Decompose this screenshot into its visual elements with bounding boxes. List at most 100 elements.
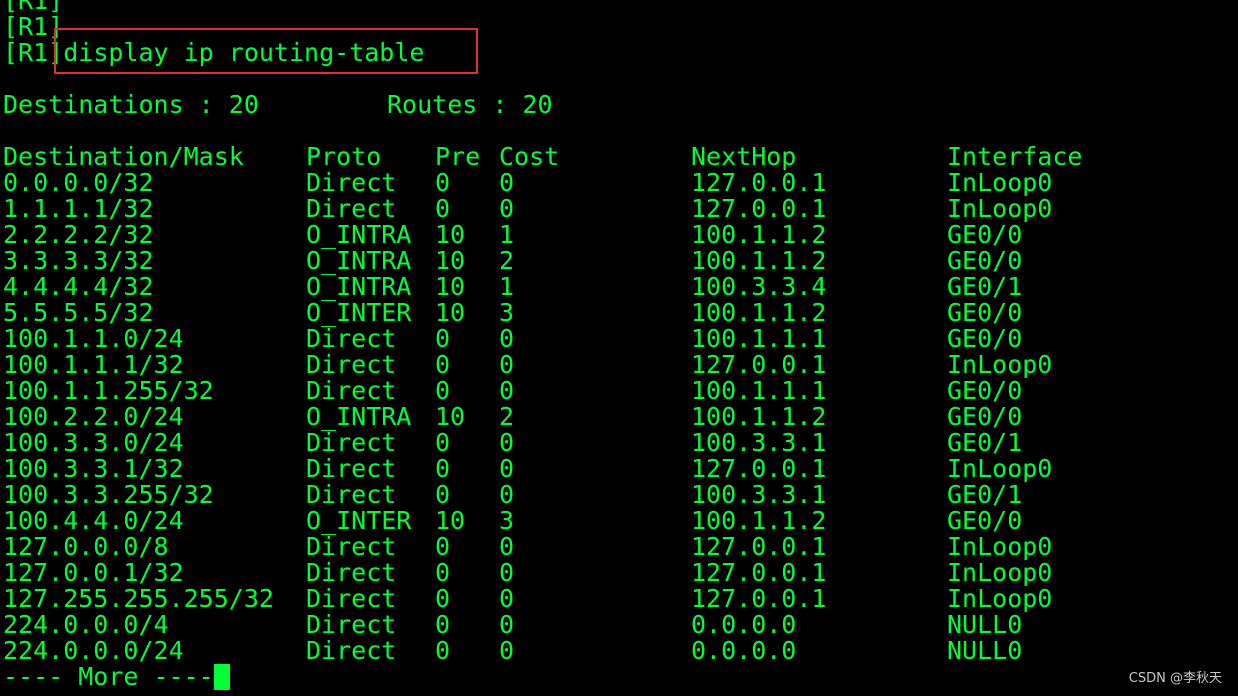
route-proto: Direct	[306, 558, 397, 587]
header-interface: Interface	[947, 142, 1083, 171]
route-cost: 0	[499, 532, 515, 561]
route-proto: O_INTRA	[306, 272, 412, 301]
route-proto: Direct	[306, 168, 397, 197]
routes-count: Routes : 20	[387, 90, 553, 119]
table-row: 100.1.1.255/32 Direct 0 0 100.1.1.1 GE0/0	[3, 378, 1233, 404]
route-cost: 1	[499, 272, 515, 301]
route-interface: InLoop0	[947, 532, 1053, 561]
table-row: 100.4.4.0/24 O_INTER 10 3 100.1.1.2 GE0/0	[3, 508, 1233, 534]
prompt-line: [R1]	[3, 0, 64, 15]
route-interface: GE0/1	[947, 480, 1023, 509]
route-cost: 0	[499, 480, 515, 509]
table-row: 4.4.4.4/32 O_INTRA 10 1 100.3.3.4 GE0/1	[3, 274, 1233, 300]
route-nexthop: 100.1.1.2	[691, 402, 827, 431]
route-interface: NULL0	[947, 610, 1023, 639]
route-cost: 3	[499, 298, 515, 327]
cursor	[213, 664, 230, 690]
route-pre: 0	[435, 350, 451, 379]
table-row: 5.5.5.5/32 O_INTER 10 3 100.1.1.2 GE0/0	[3, 300, 1233, 326]
table-row: 127.255.255.255/32 Direct 0 0 127.0.0.1 InLoo…	[3, 586, 1233, 612]
prompt-line: [R1]	[3, 12, 64, 41]
route-nexthop: 100.1.1.1	[691, 324, 827, 353]
route-proto: O_INTRA	[306, 402, 412, 431]
route-pre: 0	[435, 376, 451, 405]
route-proto: Direct	[306, 428, 397, 457]
table-row: 100.2.2.0/24 O_INTRA 10 2 100.1.1.2 GE0/0	[3, 404, 1233, 430]
route-destination: 5.5.5.5/32	[3, 298, 154, 327]
route-proto: O_INTRA	[306, 246, 412, 275]
route-proto: Direct	[306, 350, 397, 379]
route-nexthop: 127.0.0.1	[691, 584, 827, 613]
route-nexthop: 127.0.0.1	[691, 532, 827, 561]
route-cost: 0	[499, 454, 515, 483]
route-proto: Direct	[306, 454, 397, 483]
table-row: 100.1.1.1/32 Direct 0 0 127.0.0.1 InLoop0	[3, 352, 1233, 378]
route-pre: 0	[435, 584, 451, 613]
route-proto: Direct	[306, 194, 397, 223]
route-nexthop: 127.0.0.1	[691, 558, 827, 587]
route-destination: 127.255.255.255/32	[3, 584, 274, 613]
route-cost: 0	[499, 168, 515, 197]
route-nexthop: 127.0.0.1	[691, 168, 827, 197]
route-proto: Direct	[306, 610, 397, 639]
route-cost: 2	[499, 402, 515, 431]
route-destination: 127.0.0.0/8	[3, 532, 169, 561]
route-nexthop: 127.0.0.1	[691, 350, 827, 379]
route-destination: 4.4.4.4/32	[3, 272, 154, 301]
route-interface: GE0/0	[947, 506, 1023, 535]
table-row: 224.0.0.0/4 Direct 0 0 0.0.0.0 NULL0	[3, 612, 1233, 638]
route-nexthop: 100.3.3.1	[691, 480, 827, 509]
table-row: 100.3.3.1/32 Direct 0 0 127.0.0.1 InLoop0	[3, 456, 1233, 482]
route-cost: 0	[499, 324, 515, 353]
route-pre: 0	[435, 610, 451, 639]
table-row: 2.2.2.2/32 O_INTRA 10 1 100.1.1.2 GE0/0	[3, 222, 1233, 248]
route-cost: 3	[499, 506, 515, 535]
terminal-output: [R1] [R1] [R1]display ip routing-table D…	[3, 0, 1233, 690]
route-interface: GE0/1	[947, 272, 1023, 301]
routing-table-rows: 0.0.0.0/32 Direct 0 0 127.0.0.1 InLoop0 1.1.1.…	[3, 170, 1233, 664]
header-proto: Proto	[306, 142, 382, 171]
route-proto: O_INTER	[306, 506, 412, 535]
route-destination: 100.1.1.255/32	[3, 376, 214, 405]
route-proto: Direct	[306, 584, 397, 613]
table-row: 127.0.0.0/8 Direct 0 0 127.0.0.1 InLoop0	[3, 534, 1233, 560]
route-cost: 0	[499, 636, 515, 665]
route-destination: 100.3.3.1/32	[3, 454, 184, 483]
route-destination: 224.0.0.0/24	[3, 636, 184, 665]
route-interface: GE0/0	[947, 220, 1023, 249]
route-destination: 2.2.2.2/32	[3, 220, 154, 249]
route-destination: 0.0.0.0/32	[3, 168, 154, 197]
route-interface: InLoop0	[947, 350, 1053, 379]
route-interface: InLoop0	[947, 558, 1053, 587]
route-pre: 0	[435, 532, 451, 561]
route-nexthop: 127.0.0.1	[691, 194, 827, 223]
route-proto: O_INTER	[306, 298, 412, 327]
more-line: ---- More ----	[3, 664, 1233, 690]
table-row: 127.0.0.1/32 Direct 0 0 127.0.0.1 InLoop0	[3, 560, 1233, 586]
route-interface: GE0/1	[947, 428, 1023, 457]
route-interface: GE0/0	[947, 246, 1023, 275]
prompt: [R1]	[3, 38, 64, 67]
table-row: 100.1.1.0/24 Direct 0 0 100.1.1.1 GE0/0	[3, 326, 1233, 352]
route-pre: 10	[435, 272, 466, 301]
route-interface: InLoop0	[947, 454, 1053, 483]
route-pre: 10	[435, 506, 466, 535]
route-pre: 0	[435, 324, 451, 353]
route-nexthop: 127.0.0.1	[691, 454, 827, 483]
route-interface: InLoop0	[947, 168, 1053, 197]
more-prompt: ---- More ----	[3, 662, 214, 691]
route-proto: Direct	[306, 532, 397, 561]
route-nexthop: 100.1.1.1	[691, 376, 827, 405]
route-proto: Direct	[306, 636, 397, 665]
route-pre: 0	[435, 428, 451, 457]
route-interface: NULL0	[947, 636, 1023, 665]
route-cost: 0	[499, 376, 515, 405]
summary-line: Destinations : 20 Routes : 20	[3, 92, 1233, 118]
header-pre: Pre	[435, 142, 481, 171]
route-nexthop: 0.0.0.0	[691, 636, 797, 665]
route-interface: InLoop0	[947, 194, 1053, 223]
route-cost: 0	[499, 558, 515, 587]
route-nexthop: 100.3.3.1	[691, 428, 827, 457]
route-pre: 0	[435, 636, 451, 665]
route-cost: 0	[499, 428, 515, 457]
